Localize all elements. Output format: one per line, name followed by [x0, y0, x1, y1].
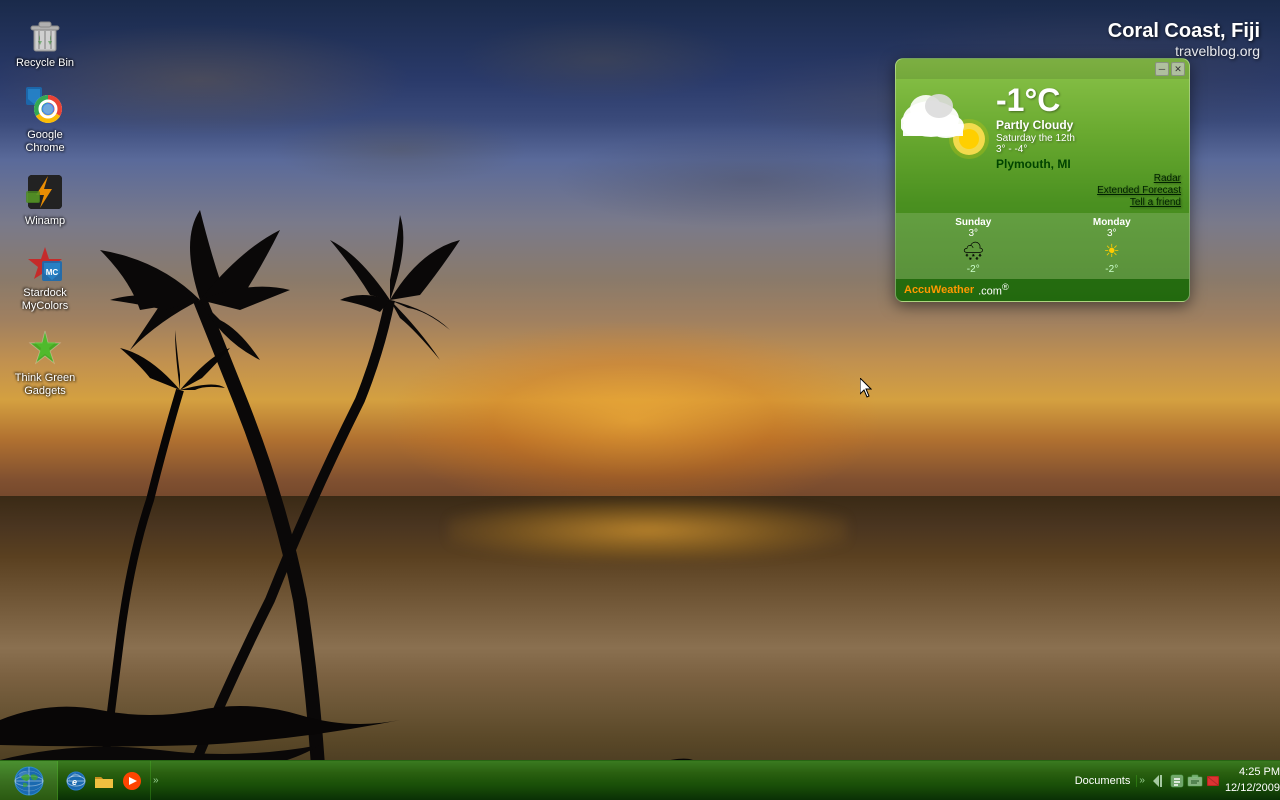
svg-text:e: e: [72, 777, 77, 787]
tray-previous-icon[interactable]: [1151, 773, 1167, 789]
forecast-monday: Monday: [1043, 217, 1182, 228]
weather-close-btn[interactable]: ✕: [1171, 62, 1185, 76]
taskbar: e » Docume: [0, 760, 1280, 800]
forecast-monday-lo: -2°: [1043, 264, 1182, 275]
forecast-monday-icon: ☀: [1043, 241, 1182, 262]
start-globe-icon: [13, 765, 45, 797]
weather-location: Plymouth, MI: [996, 157, 1181, 171]
palm-trees: [0, 200, 700, 800]
taskbar-tasks: [161, 761, 1069, 800]
weather-titlebar: ─ ✕: [896, 59, 1189, 79]
desktop-icons: Recycle Bin: [10, 10, 80, 403]
quick-launch-separator: »: [151, 775, 161, 786]
weather-footer: AccuWeather .com®: [896, 279, 1189, 301]
recycle-bin-image: [25, 14, 65, 54]
tray-icon-4[interactable]: [1205, 773, 1221, 789]
stardock-mycolors-icon[interactable]: MC Stardock MyColors: [10, 240, 80, 317]
google-chrome-icon[interactable]: Google Chrome: [10, 82, 80, 159]
weather-range: 3° - -4°: [996, 144, 1181, 155]
ie-taskbar-icon[interactable]: e: [64, 769, 88, 793]
quick-launch: e: [58, 761, 151, 800]
watermark-title: Coral Coast, Fiji: [1108, 20, 1260, 43]
forecast-sunday-icon: 🌨: [904, 241, 1043, 262]
weather-info: -1°C Partly Cloudy Saturday the 12th 3° …: [991, 84, 1181, 208]
weather-main: -1°C Partly Cloudy Saturday the 12th 3° …: [896, 79, 1189, 213]
winamp-icon[interactable]: Winamp: [10, 168, 80, 232]
tgg-label: Think Green Gadgets: [14, 372, 76, 398]
weather-radar-link[interactable]: Radar: [1154, 173, 1181, 184]
taskbar-time: 4:25 PM: [1225, 765, 1280, 780]
recycle-bin-label: Recycle Bin: [16, 57, 74, 70]
weather-condition: Partly Cloudy: [996, 118, 1181, 132]
taskbar-clock[interactable]: 4:25 PM 12/12/2009: [1225, 765, 1280, 796]
accuweather-brand: AccuWeather: [904, 284, 974, 296]
weather-date: Saturday the 12th: [996, 133, 1181, 144]
stardock-label: Stardock MyColors: [14, 287, 76, 313]
stardock-image: MC: [25, 244, 65, 284]
weather-links: Radar Extended Forecast Tell a friend: [996, 173, 1181, 208]
tray-icon-3[interactable]: [1187, 773, 1203, 789]
desktop: Coral Coast, Fiji travelblog.org: [0, 0, 1280, 800]
system-tray: [1147, 773, 1225, 789]
taskbar-arrows: »: [1137, 775, 1147, 786]
weather-cloud-icon: [901, 84, 991, 164]
media-player-taskbar-icon[interactable]: [120, 769, 144, 793]
forecast-monday-hi: 3°: [1043, 228, 1182, 239]
weather-icon-area: [901, 84, 991, 164]
taskbar-documents-label: Documents: [1069, 775, 1138, 787]
weather-extended-link[interactable]: Extended Forecast: [1097, 185, 1181, 196]
folder-taskbar-icon[interactable]: [92, 769, 116, 793]
forecast-day-1: Monday 3° ☀ -2°: [1043, 217, 1182, 275]
watermark-subtitle: travelblog.org: [1108, 43, 1260, 59]
svg-text:MC: MC: [46, 268, 59, 277]
start-button[interactable]: [0, 761, 58, 800]
watermark: Coral Coast, Fiji travelblog.org: [1108, 20, 1260, 59]
tray-icon-2[interactable]: [1169, 773, 1185, 789]
recycle-bin-icon[interactable]: Recycle Bin: [10, 10, 80, 74]
weather-widget: ─ ✕: [895, 58, 1190, 302]
forecast-sunday: Sunday: [904, 217, 1043, 228]
weather-forecast: Sunday 3° 🌨 -2° Monday 3° ☀ -2°: [896, 213, 1189, 279]
accuweather-com: .com®: [978, 282, 1009, 298]
winamp-label: Winamp: [25, 215, 65, 228]
chrome-label: Google Chrome: [14, 129, 76, 155]
weather-temperature: -1°C: [996, 84, 1181, 116]
weather-tell-link[interactable]: Tell a friend: [1130, 197, 1181, 208]
weather-minimize-btn[interactable]: ─: [1155, 62, 1169, 76]
tgg-image: [25, 329, 65, 369]
taskbar-date: 12/12/2009: [1225, 781, 1280, 796]
think-green-gadgets-icon[interactable]: Think Green Gadgets: [10, 325, 80, 402]
chrome-image: [25, 86, 65, 126]
forecast-day-0: Sunday 3° 🌨 -2°: [904, 217, 1043, 275]
winamp-image: [25, 172, 65, 212]
forecast-sunday-lo: -2°: [904, 264, 1043, 275]
forecast-sunday-hi: 3°: [904, 228, 1043, 239]
